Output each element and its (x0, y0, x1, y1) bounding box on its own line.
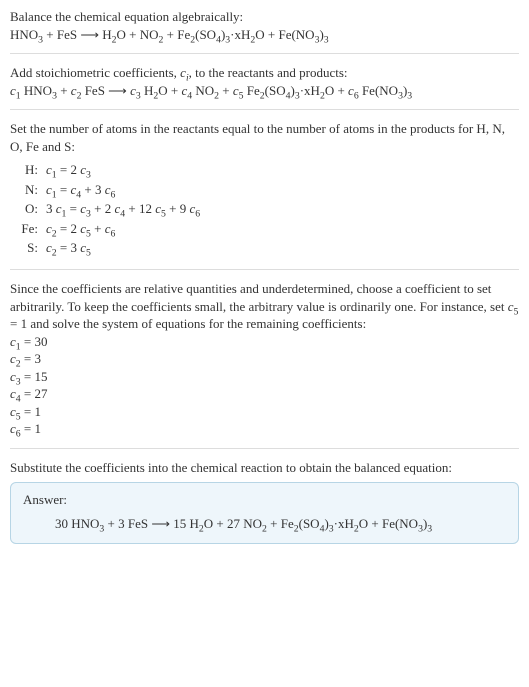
text: + 2 (91, 201, 115, 216)
divider (10, 269, 519, 270)
solve-block: Since the coefficients are relative quan… (10, 280, 519, 438)
value: = 27 (21, 386, 48, 401)
eq-part: O + (325, 83, 348, 98)
divider (10, 109, 519, 110)
sub: 3 (407, 90, 412, 101)
eq-part: Fe (244, 83, 260, 98)
table-row: N: c1 = c4 + 3 c6 (14, 181, 206, 199)
text: = 3 (57, 240, 81, 255)
substitute-text: Substitute the coefficients into the che… (10, 459, 519, 477)
text: Since the coefficients are relative quan… (10, 281, 508, 314)
list-item: c1 = 30 (10, 333, 519, 351)
value: = 1 (21, 421, 41, 436)
text: , to the reactants and products: (189, 65, 348, 80)
coefficient-list: c1 = 30 c2 = 3 c3 = 15 c4 = 27 c5 = 1 c6… (10, 333, 519, 438)
text: + 9 (166, 201, 190, 216)
element-label: Fe: (14, 220, 44, 238)
eq-part: O + 27 NO (204, 516, 262, 531)
text: + (91, 221, 105, 236)
eq-part: 30 HNO (55, 516, 99, 531)
eq-part: (SO (299, 516, 320, 531)
sub: 5 (86, 248, 91, 259)
text: Add stoichiometric coefficients, (10, 65, 180, 80)
equation-cell: c2 = 2 c5 + c6 (46, 220, 206, 238)
list-item: c3 = 15 (10, 368, 519, 386)
text: = 1 and solve the system of equations fo… (10, 316, 366, 331)
eq-part: + Fe (163, 27, 190, 42)
text: = 2 (57, 221, 81, 236)
eq-part: + Fe (267, 516, 294, 531)
eq-part: O + Fe(NO (255, 27, 314, 42)
atom-balance-table: H: c1 = 2 c3 N: c1 = c4 + 3 c6 O: 3 c1 =… (12, 159, 208, 259)
stoich-intro: Add stoichiometric coefficients, ci, to … (10, 64, 519, 82)
sub: 3 (427, 524, 432, 535)
sub: 6 (111, 229, 116, 240)
intro-equation: HNO3 + FeS ⟶ H2O + NO2 + Fe2(SO4)3·xH2O … (10, 26, 519, 44)
eq-part: ·xH (230, 27, 250, 42)
equation-cell: c1 = 2 c3 (46, 161, 206, 179)
table-row: O: 3 c1 = c3 + 2 c4 + 12 c5 + 9 c6 (14, 200, 206, 218)
text: + 12 (125, 201, 155, 216)
atom-balance-block: Set the number of atoms in the reactants… (10, 120, 519, 259)
eq-part: NO (192, 83, 214, 98)
eq-part: ·xH (300, 83, 320, 98)
eq-part: O + (158, 83, 181, 98)
text: = 2 (57, 162, 81, 177)
intro-block: Balance the chemical equation algebraica… (10, 8, 519, 43)
element-label: N: (14, 181, 44, 199)
solve-intro: Since the coefficients are relative quan… (10, 280, 519, 333)
text: = (66, 201, 80, 216)
answer-equation: 30 HNO3 + 3 FeS ⟶ 15 H2O + 27 NO2 + Fe2(… (23, 515, 506, 533)
text: + 3 (81, 182, 105, 197)
stoich-block: Add stoichiometric coefficients, ci, to … (10, 64, 519, 99)
text: = (57, 182, 71, 197)
value: = 1 (21, 404, 41, 419)
divider (10, 448, 519, 449)
value: = 30 (21, 334, 48, 349)
eq-part: Fe(NO (359, 83, 398, 98)
eq-part: + 3 FeS ⟶ 15 H (104, 516, 199, 531)
list-item: c6 = 1 (10, 420, 519, 438)
list-item: c4 = 27 (10, 385, 519, 403)
text: 3 (46, 201, 56, 216)
eq-part: HNO (10, 27, 38, 42)
eq-part: ·xH (334, 516, 354, 531)
stoich-equation: c1 HNO3 + c2 FeS ⟶ c3 H2O + c4 NO2 + c5 … (10, 82, 519, 100)
value: = 3 (21, 351, 41, 366)
eq-part: + (219, 83, 233, 98)
answer-title: Answer: (23, 491, 506, 509)
table-row: Fe: c2 = 2 c5 + c6 (14, 220, 206, 238)
sub: 3 (86, 170, 91, 181)
eq-part: + FeS ⟶ H (43, 27, 112, 42)
element-label: O: (14, 200, 44, 218)
equation-cell: 3 c1 = c3 + 2 c4 + 12 c5 + 9 c6 (46, 200, 206, 218)
eq-part: FeS ⟶ (81, 83, 130, 98)
atom-balance-intro: Set the number of atoms in the reactants… (10, 120, 519, 155)
equation-cell: c2 = 3 c5 (46, 239, 206, 257)
element-label: H: (14, 161, 44, 179)
sub: 6 (111, 189, 116, 200)
eq-part: (SO (195, 27, 216, 42)
table-row: S: c2 = 3 c5 (14, 239, 206, 257)
equation-cell: c1 = c4 + 3 c6 (46, 181, 206, 199)
eq-part: O + Fe(NO (359, 516, 418, 531)
list-item: c2 = 3 (10, 350, 519, 368)
table-row: H: c1 = 2 c3 (14, 161, 206, 179)
sub: 3 (324, 34, 329, 45)
divider (10, 53, 519, 54)
answer-box: Answer: 30 HNO3 + 3 FeS ⟶ 15 H2O + 27 NO… (10, 482, 519, 543)
sub: 5 (514, 306, 519, 317)
sub: 6 (195, 209, 200, 220)
eq-part: (SO (265, 83, 286, 98)
element-label: S: (14, 239, 44, 257)
eq-part: HNO (21, 83, 52, 98)
eq-part: + (57, 83, 71, 98)
list-item: c5 = 1 (10, 403, 519, 421)
intro-text: Balance the chemical equation algebraica… (10, 8, 519, 26)
substitute-block: Substitute the coefficients into the che… (10, 459, 519, 544)
value: = 15 (21, 369, 48, 384)
eq-part: O + NO (117, 27, 159, 42)
eq-part: H (141, 83, 154, 98)
